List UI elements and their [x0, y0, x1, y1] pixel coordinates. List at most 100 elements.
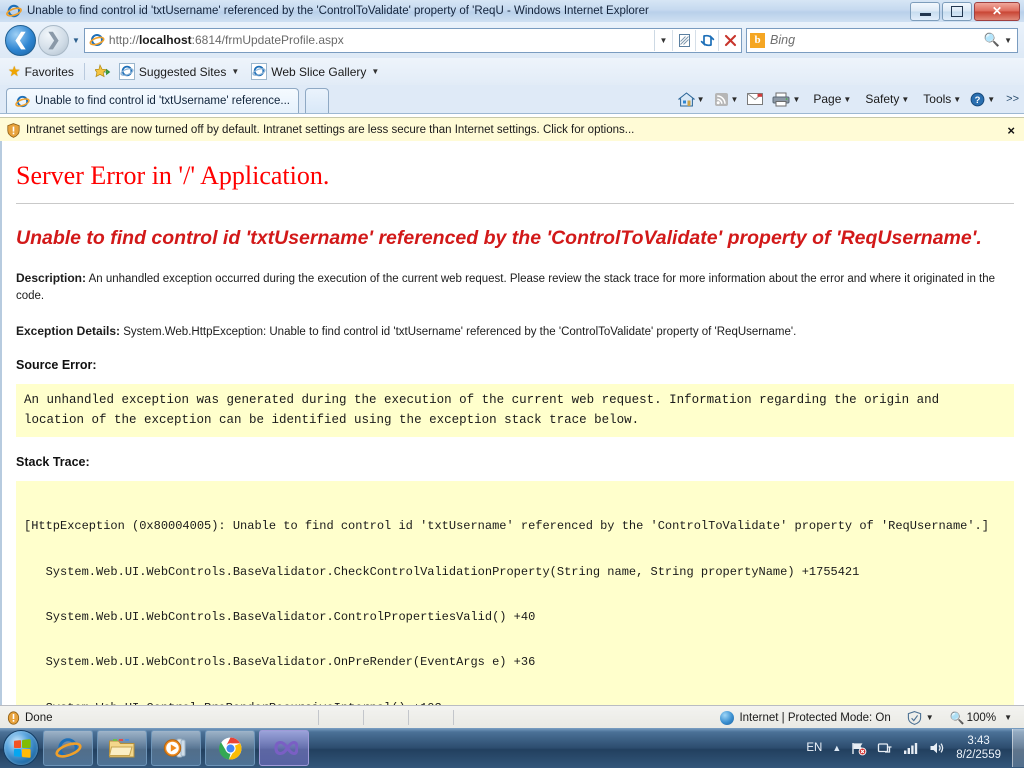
menu-safety[interactable]: Safety ▼: [865, 92, 915, 106]
address-bar[interactable]: http://localhost:6814/frmUpdateProfile.a…: [84, 28, 742, 53]
stack-trace-line: System.Web.UI.WebControls.BaseValidator.…: [24, 565, 1006, 580]
home-icon: [678, 92, 695, 107]
favorites-item-web-slice-gallery[interactable]: Web Slice Gallery ▼: [251, 63, 379, 80]
refresh-icon[interactable]: [695, 30, 718, 51]
search-icon[interactable]: 🔍: [984, 32, 1000, 48]
chevron-down-icon[interactable]: ▼: [731, 95, 739, 104]
menu-safety-label: Safety: [865, 92, 899, 106]
taskbar-item-windows-media-player[interactable]: [151, 730, 201, 766]
volume-icon[interactable]: [929, 741, 945, 755]
taskbar-item-internet-explorer[interactable]: [43, 730, 93, 766]
tab-active[interactable]: Unable to find control id 'txtUsername' …: [6, 88, 299, 113]
stop-icon[interactable]: [718, 30, 741, 51]
chevron-down-icon[interactable]: ▼: [987, 95, 995, 104]
windows-taskbar: EN ▲: [0, 728, 1024, 768]
exception-details-text: System.Web.HttpException: Unable to find…: [120, 326, 796, 338]
close-button[interactable]: ✕: [974, 2, 1020, 21]
description-paragraph: Description: An unhandled exception occu…: [16, 270, 1014, 305]
feeds-button[interactable]: ▼: [714, 92, 745, 107]
compatibility-view-icon[interactable]: [672, 30, 695, 51]
back-button[interactable]: ❮: [5, 25, 36, 56]
search-input[interactable]: Bing: [770, 33, 984, 47]
information-bar[interactable]: Intranet settings are now turned off by …: [0, 117, 1024, 143]
restore-button[interactable]: [942, 2, 972, 21]
action-center-icon[interactable]: [851, 741, 867, 756]
feeds-icon: [714, 92, 729, 107]
stack-trace-label: Stack Trace:: [16, 455, 1014, 469]
favorites-item-label: Web Slice Gallery: [271, 65, 366, 79]
menu-tools-label: Tools: [923, 92, 951, 106]
show-hidden-icons-button[interactable]: ▲: [832, 743, 841, 753]
chevron-down-icon[interactable]: ▼: [901, 95, 909, 104]
language-indicator[interactable]: EN: [806, 742, 822, 754]
forward-button[interactable]: ❯: [38, 25, 69, 56]
favorites-item-suggested-sites[interactable]: Suggested Sites ▼: [119, 63, 239, 80]
suggested-sites-icon: [119, 63, 135, 80]
information-bar-message: Intranet settings are now turned off by …: [26, 124, 634, 136]
source-error-label: Source Error:: [16, 358, 1014, 372]
taskbar-item-google-chrome[interactable]: [205, 730, 255, 766]
stack-trace-line: [HttpException (0x80004005): Unable to f…: [24, 519, 1006, 534]
chevron-down-icon[interactable]: ▼: [371, 67, 379, 76]
stack-trace-box: [HttpException (0x80004005): Unable to f…: [16, 481, 1014, 705]
tab-title: Unable to find control id 'txtUsername' …: [35, 95, 290, 107]
zoom-dropdown-icon[interactable]: ▼: [1004, 713, 1012, 722]
chevron-down-icon[interactable]: ▼: [953, 95, 961, 104]
add-to-favorites-bar-icon[interactable]: [95, 64, 111, 79]
start-button[interactable]: [3, 730, 39, 766]
svg-text:?: ?: [975, 95, 981, 106]
read-mail-button[interactable]: [747, 93, 763, 105]
address-url-text: http://localhost:6814/frmUpdateProfile.a…: [109, 33, 654, 47]
information-bar-close-icon[interactable]: ×: [1007, 123, 1015, 138]
taskbar-item-visual-studio[interactable]: [259, 730, 309, 766]
aspnet-error-document: Server Error in '/' Application. Unable …: [2, 141, 1024, 705]
clock[interactable]: 3:43 8/2/2559: [956, 734, 1001, 763]
internet-explorer-window: Unable to find control id 'txtUsername' …: [0, 0, 1024, 768]
status-warning-icon: [7, 711, 20, 725]
show-desktop-button[interactable]: [1012, 729, 1024, 767]
status-zone-area: Internet | Protected Mode: On ▼ 🔍 100% ▼: [720, 711, 1018, 725]
windows-logo-icon: [13, 739, 30, 758]
chevron-down-icon[interactable]: ▼: [792, 95, 800, 104]
search-dropdown-icon[interactable]: ▼: [1004, 36, 1012, 45]
chevron-down-icon[interactable]: ▼: [231, 67, 239, 76]
protected-mode-icon[interactable]: [907, 711, 922, 725]
stack-trace-line: System.Web.UI.WebControls.BaseValidator.…: [24, 655, 1006, 670]
page-content: Server Error in '/' Application. Unable …: [0, 141, 1024, 705]
recent-pages-dropdown-icon[interactable]: ▼: [72, 36, 80, 45]
description-text: An unhandled exception occurred during t…: [16, 273, 995, 303]
home-button[interactable]: ▼: [678, 92, 711, 107]
signal-strength-icon[interactable]: [903, 741, 919, 755]
internet-explorer-icon: [6, 3, 22, 19]
source-error-box: An unhandled exception was generated dur…: [16, 384, 1014, 437]
print-button[interactable]: ▼: [772, 92, 806, 107]
chevron-down-icon[interactable]: ▼: [697, 95, 705, 104]
zoom-icon[interactable]: 🔍: [950, 711, 965, 725]
system-tray: EN ▲: [801, 729, 1024, 767]
command-bar-overflow-icon[interactable]: >>: [1006, 93, 1019, 105]
status-text: Done: [25, 712, 53, 724]
warning-shield-icon: [7, 123, 20, 138]
window-title: Unable to find control id 'txtUsername' …: [27, 5, 910, 17]
new-tab-button[interactable]: [305, 88, 329, 113]
address-dropdown-icon[interactable]: ▼: [654, 30, 672, 51]
network-icon[interactable]: [877, 741, 893, 756]
minimize-button[interactable]: [910, 2, 940, 21]
chevron-down-icon[interactable]: ▼: [926, 713, 934, 722]
help-button[interactable]: ? ▼: [970, 92, 1001, 107]
clock-date: 8/2/2559: [956, 748, 1001, 762]
title-bar: Unable to find control id 'txtUsername' …: [0, 0, 1024, 23]
menu-tools[interactable]: Tools ▼: [923, 92, 967, 106]
description-label: Description:: [16, 271, 86, 285]
favorites-button[interactable]: ★ Favorites: [8, 63, 74, 80]
search-box[interactable]: b Bing 🔍 ▼: [746, 28, 1018, 53]
menu-page-label: Page: [813, 92, 841, 106]
favorites-label: Favorites: [25, 65, 74, 79]
menu-page[interactable]: Page ▼: [813, 92, 857, 106]
taskbar-item-windows-explorer[interactable]: [97, 730, 147, 766]
tab-favicon-icon: [15, 94, 30, 109]
title-divider: [16, 203, 1014, 204]
window-controls: ✕: [910, 2, 1020, 21]
chevron-down-icon[interactable]: ▼: [843, 95, 851, 104]
help-icon: ?: [970, 92, 985, 107]
